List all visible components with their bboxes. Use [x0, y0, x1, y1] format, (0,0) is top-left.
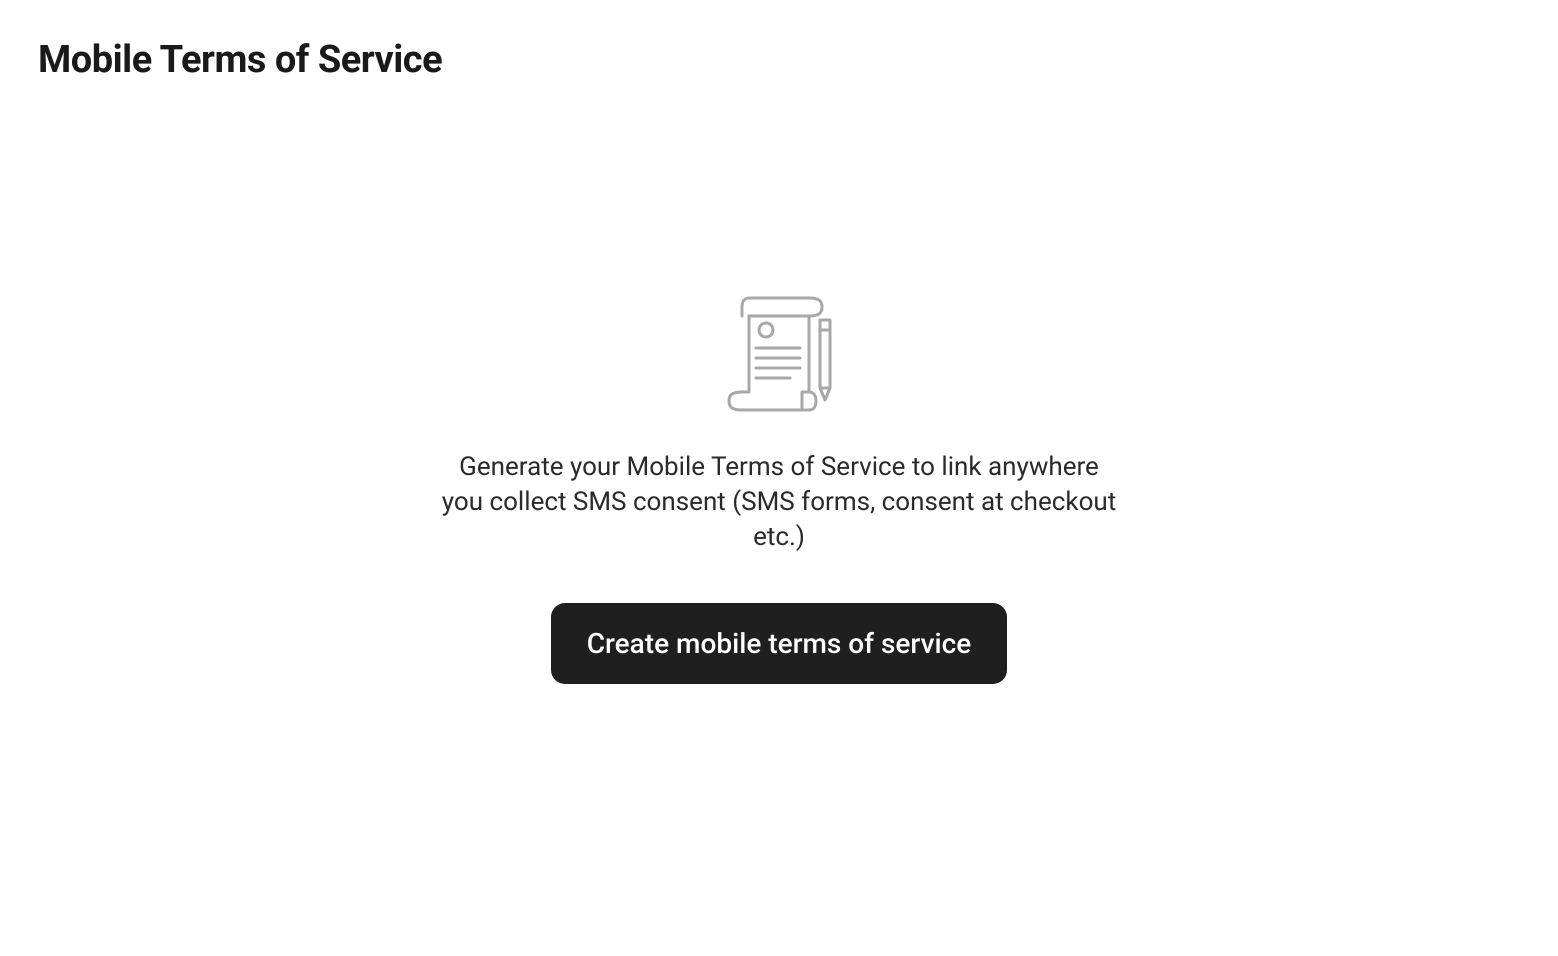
create-mobile-terms-button[interactable]: Create mobile terms of service: [551, 603, 1007, 684]
empty-state-container: Generate your Mobile Terms of Service to…: [429, 290, 1129, 684]
scroll-document-icon: [714, 290, 844, 420]
empty-state-description: Generate your Mobile Terms of Service to…: [439, 450, 1119, 555]
page-title: Mobile Terms of Service: [0, 0, 1558, 82]
